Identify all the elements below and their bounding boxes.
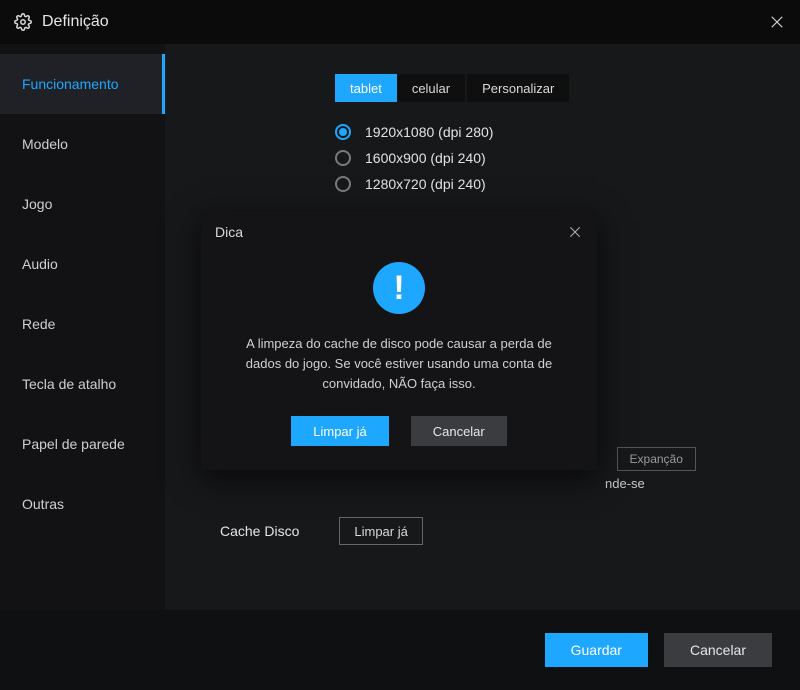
radio-label: 1920x1080 (dpi 280) xyxy=(365,124,493,140)
tab-label: celular xyxy=(412,81,450,96)
sidebar-item-outras[interactable]: Outras xyxy=(0,474,165,534)
sidebar-item-rede[interactable]: Rede xyxy=(0,294,165,354)
sidebar-item-modelo[interactable]: Modelo xyxy=(0,114,165,174)
tab-label: Personalizar xyxy=(482,81,554,96)
titlebar: Definição xyxy=(0,0,800,44)
dialog-title: Dica xyxy=(215,224,567,240)
radio-1920x1080[interactable]: 1920x1080 (dpi 280) xyxy=(335,124,800,140)
gear-icon xyxy=(14,13,32,31)
expand-button[interactable]: Expanção xyxy=(617,447,696,471)
resolution-tabs: tablet celular Personalizar xyxy=(335,74,800,102)
tab-label: tablet xyxy=(350,81,382,96)
dialog-confirm-button[interactable]: Limpar já xyxy=(291,416,388,446)
cache-disk-label: Cache Disco xyxy=(220,523,299,539)
sidebar-item-tecla-atalho[interactable]: Tecla de atalho xyxy=(0,354,165,414)
footer: Guardar Cancelar xyxy=(0,610,800,690)
sidebar-item-label: Jogo xyxy=(22,196,52,212)
radio-1600x900[interactable]: 1600x900 (dpi 240) xyxy=(335,150,800,166)
radio-label: 1600x900 (dpi 240) xyxy=(365,150,486,166)
exclamation-icon: ! xyxy=(373,262,425,314)
sidebar-item-label: Rede xyxy=(22,316,55,332)
sidebar-item-jogo[interactable]: Jogo xyxy=(0,174,165,234)
radio-1280x720[interactable]: 1280x720 (dpi 240) xyxy=(335,176,800,192)
dialog-message: A limpeza do cache de disco pode causar … xyxy=(201,314,597,394)
dialog-cancel-button[interactable]: Cancelar xyxy=(411,416,507,446)
sidebar-item-papel-parede[interactable]: Papel de parede xyxy=(0,414,165,474)
sidebar-item-label: Funcionamento xyxy=(22,76,119,92)
clear-cache-button[interactable]: Limpar já xyxy=(339,517,422,545)
resolution-radios: 1920x1080 (dpi 280) 1600x900 (dpi 240) 1… xyxy=(335,124,800,192)
sidebar: Funcionamento Modelo Jogo Audio Rede Tec… xyxy=(0,44,165,610)
tab-personalizar[interactable]: Personalizar xyxy=(467,74,569,102)
sidebar-item-label: Audio xyxy=(22,256,58,272)
radio-label: 1280x720 (dpi 240) xyxy=(365,176,486,192)
radio-icon xyxy=(335,150,351,166)
tab-tablet[interactable]: tablet xyxy=(335,74,397,102)
sidebar-item-label: Papel de parede xyxy=(22,436,125,452)
radio-icon xyxy=(335,124,351,140)
sidebar-item-audio[interactable]: Audio xyxy=(0,234,165,294)
cancel-button[interactable]: Cancelar xyxy=(664,633,772,667)
dialog-buttons: Limpar já Cancelar xyxy=(201,394,597,470)
window-title: Definição xyxy=(42,13,768,31)
confirm-dialog: Dica ! A limpeza do cache de disco pode … xyxy=(201,212,597,470)
dialog-close-icon[interactable] xyxy=(567,224,583,240)
close-icon[interactable] xyxy=(768,13,786,31)
radio-icon xyxy=(335,176,351,192)
sidebar-item-label: Modelo xyxy=(22,136,68,152)
sidebar-item-funcionamento[interactable]: Funcionamento xyxy=(0,54,165,114)
tab-celular[interactable]: celular xyxy=(397,74,465,102)
save-button[interactable]: Guardar xyxy=(545,633,648,667)
recommend-text-tail: nde-se xyxy=(605,476,645,491)
sidebar-item-label: Tecla de atalho xyxy=(22,376,116,392)
dialog-header: Dica xyxy=(201,212,597,252)
cache-disk-row: Cache Disco Limpar já xyxy=(220,517,800,545)
sidebar-item-label: Outras xyxy=(22,496,64,512)
